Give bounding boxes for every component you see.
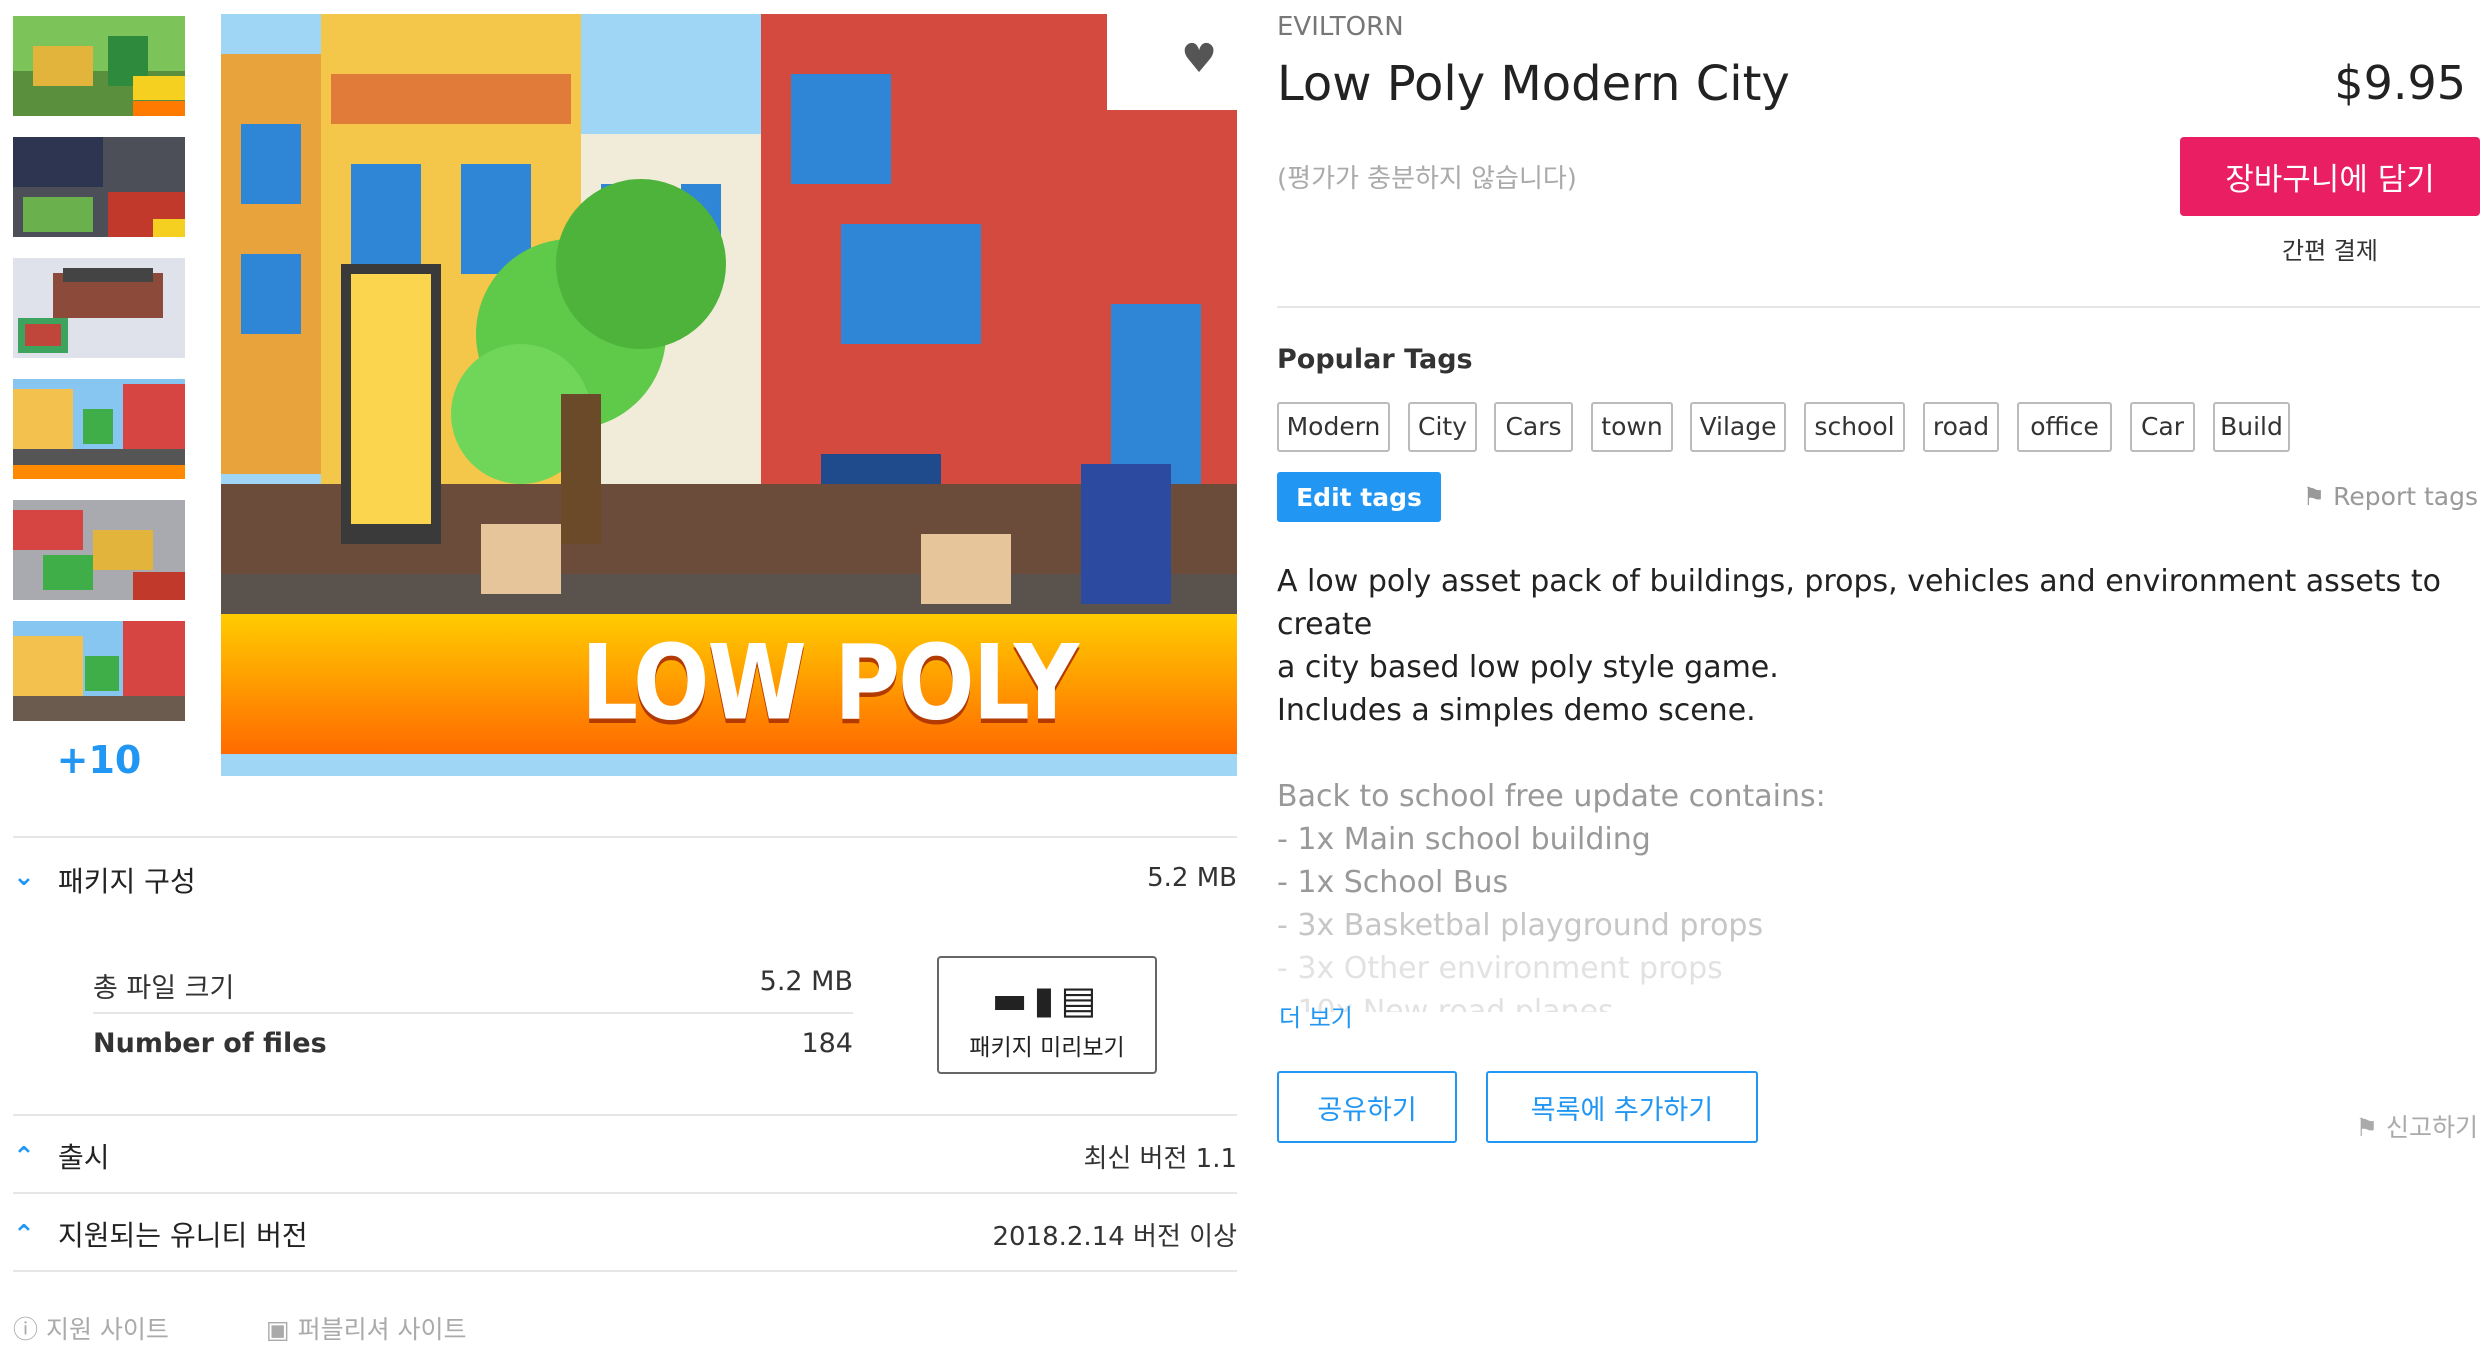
read-more-link[interactable]: 더 보기 (1279, 998, 1353, 1033)
thumbnail-2[interactable] (13, 137, 185, 237)
more-images-count[interactable]: +10 (13, 738, 185, 782)
tag-item[interactable]: town (1591, 402, 1673, 452)
chevron-up-icon: ⌃ (13, 1142, 35, 1172)
quick-pay-link[interactable]: 간편 결제 (2180, 231, 2480, 266)
description-line: a city based low poly style game. (1277, 650, 1779, 685)
unity-version-value: 2018.2.14 버전 이상 (992, 1222, 1237, 1252)
hero-image[interactable]: LOW POLY MODERN CITY ♥ (221, 14, 1237, 776)
description-line: Back to school free update contains: (1277, 779, 1826, 814)
report-link[interactable]: ⚑ 신고하기 (2356, 1108, 2478, 1144)
hero-banner: LOW POLY MODERN CITY (221, 614, 1237, 754)
release-version: 최신 버전 1.1 (1083, 1144, 1237, 1174)
hero-banner-text: LOW POLY MODERN CITY (580, 623, 1079, 744)
popular-tags-heading: Popular Tags (1277, 344, 1473, 375)
publisher-name[interactable]: EVILTORN (1277, 12, 1404, 42)
total-size-value: 5.2 MB (759, 966, 853, 997)
file-icon: ▮ (1033, 978, 1061, 1022)
product-title: Low Poly Modern City (1277, 56, 1790, 112)
description-line: - 3x Other environment props (1277, 951, 1723, 986)
publisher-site-label: 퍼블리셔 사이트 (297, 1315, 467, 1344)
package-preview-label: 패키지 미리보기 (969, 1035, 1125, 1061)
header-divider (1277, 306, 2480, 308)
flag-icon: ⚑ (2355, 1113, 2386, 1142)
description-line: Includes a simples demo scene. (1277, 693, 1756, 728)
tag-item[interactable]: Cars (1494, 402, 1573, 452)
tag-item[interactable]: road (1923, 402, 1999, 452)
help-icon: ⓘ (13, 1315, 46, 1344)
unity-version-section-header[interactable]: ⌃ 지원되는 유니티 버전 2018.2.14 버전 이상 (13, 1192, 1237, 1270)
tag-item[interactable]: City (1408, 402, 1477, 452)
package-preview-button[interactable]: ▬▮▤ 패키지 미리보기 (937, 956, 1157, 1074)
folder-icon: ▬ (991, 978, 1034, 1022)
tag-item[interactable]: Car (2130, 402, 2195, 452)
product-price: $9.95 (2334, 56, 2466, 110)
report-tags-link[interactable]: ⚑ Report tags (2303, 482, 2478, 511)
package-section-title: 패키지 구성 (58, 865, 196, 898)
support-site-link[interactable]: ⓘ 지원 사이트 (13, 1310, 169, 1346)
rating-status: (평가가 충분하지 않습니다) (1277, 164, 1577, 194)
thumbnail-6[interactable] (13, 621, 185, 721)
files-count-label: Number of files (93, 1028, 327, 1059)
thumbnail-4[interactable] (13, 379, 185, 479)
publisher-site-link[interactable]: ▣ 퍼블리셔 사이트 (266, 1310, 467, 1346)
package-section-header[interactable]: ⌄ 패키지 구성 5.2 MB (13, 836, 1237, 916)
description-line: A low poly asset pack of buildings, prop… (1277, 564, 2441, 642)
release-section-header[interactable]: ⌃ 출시 최신 버전 1.1 (13, 1114, 1237, 1192)
description-line: - 1x School Bus (1277, 865, 1509, 900)
document-icon: ▤ (1060, 978, 1103, 1022)
package-size: 5.2 MB (1147, 863, 1237, 893)
tag-item[interactable]: Vilage (1690, 402, 1786, 452)
description-line: - 3x Basketbal playground props (1277, 908, 1764, 943)
web-icon: ▣ (266, 1315, 298, 1344)
flag-icon: ⚑ (2302, 482, 2334, 511)
tag-item[interactable]: Modern (1277, 402, 1390, 452)
report-tags-label: Report tags (2333, 482, 2478, 511)
thumbnail-strip (13, 16, 185, 742)
add-to-list-button[interactable]: 목록에 추가하기 (1486, 1071, 1758, 1143)
thumbnail-5[interactable] (13, 500, 185, 600)
files-count-value: 184 (801, 1028, 853, 1059)
product-description: A low poly asset pack of buildings, prop… (1277, 560, 2480, 1012)
report-label: 신고하기 (2385, 1113, 2478, 1142)
edit-tags-button[interactable]: Edit tags (1277, 472, 1441, 522)
heart-icon: ♥ (1181, 36, 1217, 82)
detail-divider (93, 1012, 853, 1014)
support-site-label: 지원 사이트 (45, 1315, 169, 1344)
thumbnail-3[interactable] (13, 258, 185, 358)
section-divider (13, 1270, 1237, 1272)
thumbnail-1[interactable] (13, 16, 185, 116)
tag-item[interactable]: office (2017, 402, 2112, 452)
unity-version-title: 지원되는 유니티 버전 (58, 1219, 308, 1252)
add-to-cart-button[interactable]: 장바구니에 담기 (2180, 137, 2480, 216)
share-button[interactable]: 공유하기 (1277, 1071, 1457, 1143)
description-line: - 1x Main school building (1277, 822, 1651, 857)
tag-item[interactable]: Build (2213, 402, 2290, 452)
tag-item[interactable]: school (1804, 402, 1905, 452)
chevron-up-icon: ⌃ (13, 1220, 35, 1250)
favorite-button[interactable]: ♥ (1107, 14, 1237, 110)
release-title: 출시 (58, 1141, 110, 1174)
file-types-icons: ▬▮▤ (939, 978, 1155, 1022)
description-line: - 10x New road planes (1277, 994, 1614, 1012)
chevron-down-icon: ⌄ (13, 862, 35, 892)
total-size-label: 총 파일 크기 (93, 973, 235, 1004)
